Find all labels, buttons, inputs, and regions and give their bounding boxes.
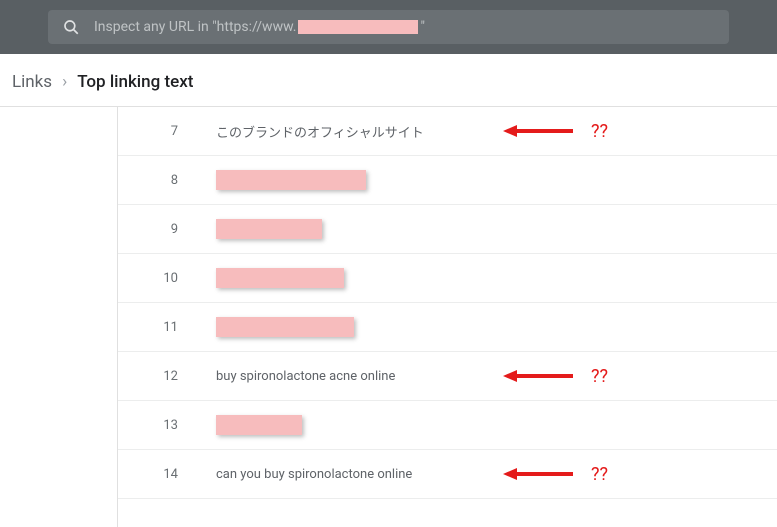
linking-text: このブランドのオフィシャルサイト [216, 122, 424, 141]
arrow-left-icon [503, 465, 573, 483]
annotation: ?? [503, 121, 608, 142]
table-row[interactable]: 7このブランドのオフィシャルサイト?? [118, 107, 777, 156]
arrow-left-icon [503, 122, 573, 140]
arrow-left-icon [503, 367, 573, 385]
search-placeholder: Inspect any URL in "https://www." [94, 19, 425, 35]
url-inspect-input[interactable]: Inspect any URL in "https://www." [48, 10, 729, 44]
redacted-text [216, 170, 366, 190]
table-row[interactable]: 14can you buy spironolactone online?? [118, 450, 777, 499]
breadcrumb-current: Top linking text [77, 72, 193, 92]
redacted-text [216, 219, 322, 239]
annotation: ?? [503, 366, 608, 387]
question-marks: ?? [591, 464, 608, 485]
question-marks: ?? [591, 366, 608, 387]
redacted-text [216, 415, 302, 435]
linking-text-table: 7このブランドのオフィシャルサイト?? 8 9 10 11 12buy spironola… [118, 107, 777, 527]
table-row[interactable]: 8 [118, 156, 777, 205]
row-number: 12 [118, 369, 216, 384]
redacted-text [216, 317, 354, 337]
table-row[interactable]: 12buy spironolactone acne online?? [118, 352, 777, 401]
breadcrumb-parent[interactable]: Links [12, 72, 52, 92]
linking-text: can you buy spironolactone online [216, 467, 412, 482]
row-number: 7 [118, 124, 216, 139]
table-row[interactable]: 10 [118, 254, 777, 303]
question-marks: ?? [591, 121, 608, 142]
row-number: 9 [118, 222, 216, 237]
row-number: 11 [118, 320, 216, 335]
linking-text: buy spironolactone acne online [216, 369, 395, 384]
search-icon [62, 18, 80, 36]
redacted-domain [298, 20, 418, 34]
content: 7このブランドのオフィシャルサイト?? 8 9 10 11 12buy spironola… [0, 107, 777, 527]
table-row[interactable]: 13 [118, 401, 777, 450]
table-row[interactable]: 11 [118, 303, 777, 352]
breadcrumb: Links › Top linking text [0, 54, 777, 107]
chevron-right-icon: › [62, 72, 67, 92]
row-number: 14 [118, 467, 216, 482]
table-row[interactable]: 9 [118, 205, 777, 254]
row-number: 10 [118, 271, 216, 286]
row-number: 8 [118, 173, 216, 188]
left-sidebar [0, 107, 118, 527]
redacted-text [216, 268, 344, 288]
annotation: ?? [503, 464, 608, 485]
search-bar: Inspect any URL in "https://www." [0, 0, 777, 54]
row-number: 13 [118, 418, 216, 433]
